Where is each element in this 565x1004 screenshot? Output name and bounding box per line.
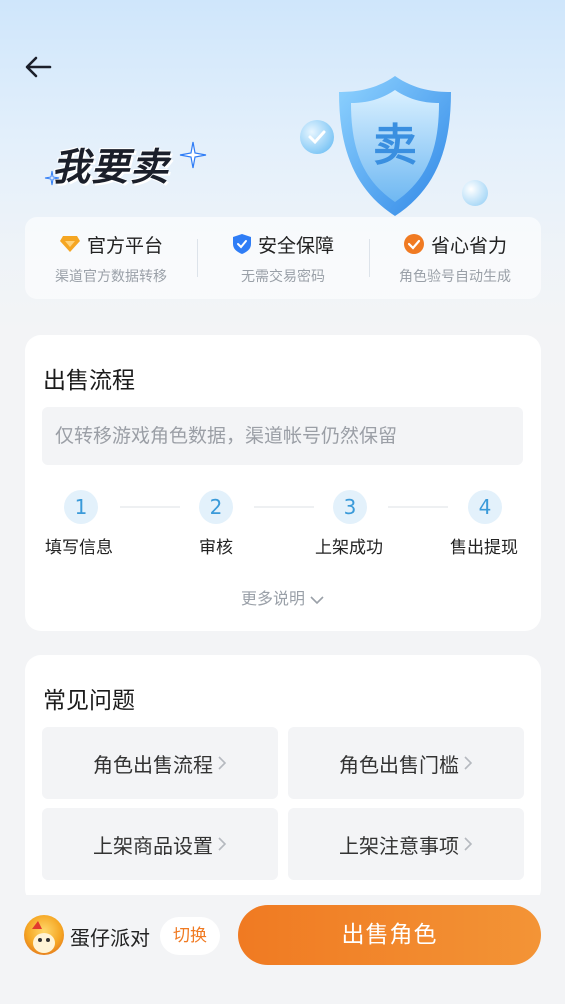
faq-card: 常见问题 角色出售流程 角色出售门槛 上架商品设置 上架注意事项 — [25, 655, 541, 905]
sparkle-icon-small — [44, 170, 60, 186]
faq-item-label: 角色出售流程 — [93, 752, 213, 777]
sparkle-icon — [179, 141, 207, 169]
faq-item-label: 角色出售门槛 — [339, 752, 459, 777]
step-number: 3 — [333, 490, 367, 524]
feature-subtitle: 无需交易密码 — [241, 268, 325, 285]
sell-role-button[interactable]: 出售角色 — [238, 905, 541, 965]
step-label: 填写信息 — [45, 538, 113, 558]
chevron-down-icon — [310, 596, 324, 605]
diamond-icon — [59, 236, 80, 252]
feature-title: 安全保障 — [257, 234, 334, 257]
faq-item[interactable]: 上架注意事项 — [288, 808, 524, 880]
feature-official: 官方平台 渠道官方数据转移 — [25, 217, 197, 299]
shield-icon: 卖 — [335, 70, 455, 220]
section-title: 常见问题 — [43, 688, 135, 714]
arrow-left-icon — [25, 56, 52, 78]
page-title: 我要卖 — [52, 145, 170, 189]
bubble-decoration — [462, 180, 488, 206]
faq-item-label: 上架商品设置 — [93, 833, 213, 858]
faq-item-label: 上架注意事项 — [339, 833, 459, 858]
step-connector — [120, 506, 180, 508]
game-name: 蛋仔派对 — [70, 926, 150, 950]
more-info-link[interactable]: 更多说明 — [25, 585, 541, 609]
feature-title: 官方平台 — [86, 234, 163, 257]
feature-easy: 省心省力 角色验号自动生成 — [369, 217, 541, 299]
chevron-right-icon — [464, 756, 473, 770]
shield-text: 卖 — [373, 120, 417, 171]
faq-item[interactable]: 角色出售流程 — [42, 727, 278, 799]
step-number: 1 — [64, 490, 98, 524]
shield-check-icon — [232, 234, 251, 254]
chevron-right-icon — [218, 837, 227, 851]
feature-subtitle: 渠道官方数据转移 — [55, 268, 167, 285]
switch-game-button[interactable]: 切换 — [160, 917, 220, 955]
feature-strip: 官方平台 渠道官方数据转移 安全保障 无需交易密码 省心省力 角色验号自动生成 — [25, 217, 541, 299]
chevron-right-icon — [464, 837, 473, 851]
check-bubble-icon — [300, 120, 334, 154]
notice-banner: 仅转移游戏角色数据，渠道帐号仍然保留 — [42, 407, 523, 465]
step-label: 上架成功 — [315, 538, 383, 558]
step-label: 售出提现 — [450, 538, 518, 558]
feature-title: 省心省力 — [430, 234, 507, 257]
step-label: 审核 — [199, 538, 233, 558]
step-connector — [254, 506, 314, 508]
more-info-label: 更多说明 — [240, 589, 305, 608]
step-number: 4 — [468, 490, 502, 524]
section-title: 出售流程 — [43, 368, 135, 394]
step-number: 2 — [199, 490, 233, 524]
back-button[interactable] — [18, 48, 58, 88]
feature-subtitle: 角色验号自动生成 — [399, 268, 511, 285]
faq-item[interactable]: 角色出售门槛 — [288, 727, 524, 799]
step-connector — [388, 506, 448, 508]
game-avatar — [24, 915, 64, 955]
check-badge-icon — [403, 234, 424, 254]
feature-security: 安全保障 无需交易密码 — [197, 217, 369, 299]
chevron-right-icon — [218, 756, 227, 770]
sell-flow-card: 出售流程 仅转移游戏角色数据，渠道帐号仍然保留 1 2 3 4 填写信息 审核 … — [25, 335, 541, 631]
faq-item[interactable]: 上架商品设置 — [42, 808, 278, 880]
